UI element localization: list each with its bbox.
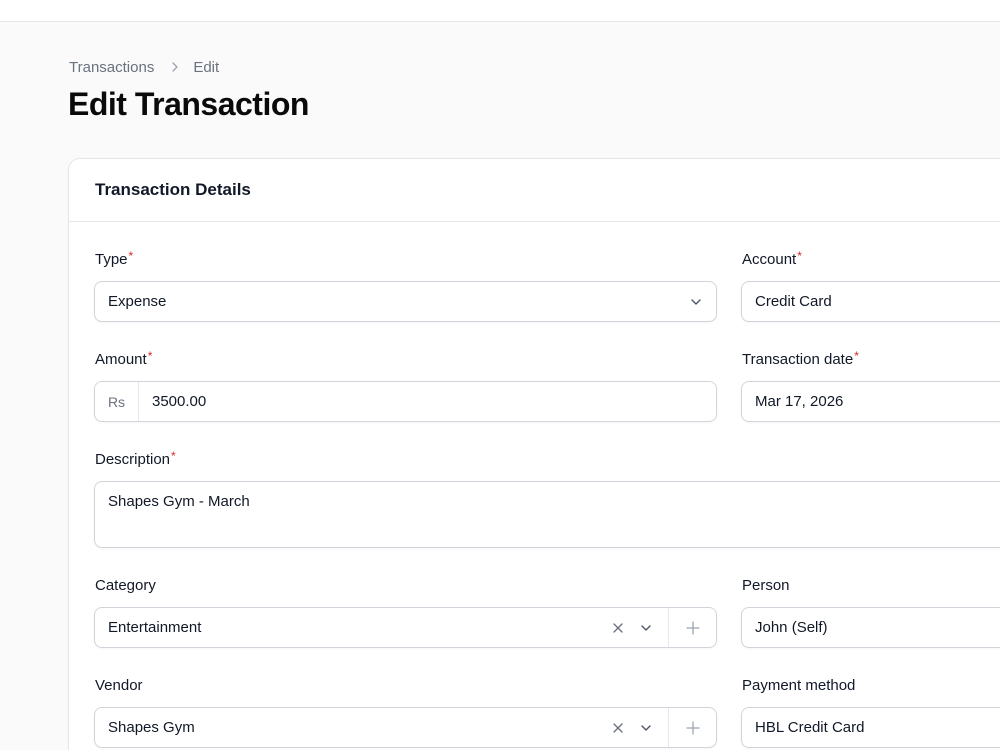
description-value: Shapes Gym - March: [108, 493, 250, 510]
currency-prefix: Rs: [95, 382, 139, 421]
clear-icon[interactable]: [604, 708, 632, 747]
person-label-text: Person: [742, 577, 790, 594]
required-marker: *: [854, 349, 859, 363]
amount-label-text: Amount: [95, 351, 147, 368]
required-marker: *: [797, 249, 802, 263]
person-select[interactable]: John (Self): [741, 607, 1000, 648]
account-label: Account *: [742, 249, 802, 268]
transaction-date-label: Transaction date *: [742, 349, 859, 368]
top-bar: [0, 0, 1000, 22]
type-select-value: Expense: [108, 293, 167, 310]
vendor-value: Shapes Gym: [108, 719, 195, 736]
add-vendor-button[interactable]: [668, 708, 716, 747]
category-actions: [604, 608, 716, 647]
chevron-down-icon: [676, 282, 716, 321]
page-title: Edit Transaction: [68, 86, 309, 122]
required-marker: *: [171, 449, 176, 463]
type-select[interactable]: Expense: [94, 281, 717, 322]
description-textarea[interactable]: Shapes Gym - March: [94, 481, 1000, 548]
vendor-label: Vendor: [95, 677, 143, 694]
type-label-text: Type: [95, 251, 128, 268]
amount-value: 3500.00: [152, 393, 207, 410]
breadcrumb: Transactions Edit: [69, 57, 219, 77]
description-label-text: Description: [95, 451, 171, 468]
person-label: Person: [742, 577, 790, 594]
card-header: Transaction Details: [69, 159, 1000, 222]
chevron-down-icon[interactable]: [632, 708, 660, 747]
breadcrumb-link-transactions[interactable]: Transactions: [69, 59, 154, 76]
amount-field[interactable]: Rs 3500.00: [94, 381, 717, 422]
category-label: Category: [95, 577, 156, 594]
transaction-date-label-text: Transaction date: [742, 351, 854, 368]
vendor-combobox[interactable]: Shapes Gym: [94, 707, 717, 748]
required-marker: *: [147, 349, 153, 363]
account-select[interactable]: Credit Card: [741, 281, 1000, 322]
type-label: Type *: [95, 249, 134, 268]
category-label-text: Category: [95, 577, 156, 594]
transaction-date-field[interactable]: Mar 17, 2026: [741, 381, 1000, 422]
payment-method-value: HBL Credit Card: [755, 719, 865, 736]
add-category-button[interactable]: [668, 608, 716, 647]
transaction-date-value: Mar 17, 2026: [755, 393, 844, 410]
vendor-actions: [604, 708, 716, 747]
plus-icon: [685, 620, 700, 635]
category-value: Entertainment: [108, 619, 202, 636]
account-label-text: Account: [742, 251, 797, 268]
category-combobox[interactable]: Entertainment: [94, 607, 717, 648]
chevron-right-icon: [170, 62, 180, 72]
description-label: Description *: [95, 449, 176, 468]
transaction-details-card: Transaction Details Type * Expense Accoun…: [68, 158, 1000, 750]
person-value: John (Self): [755, 619, 828, 636]
payment-method-label-text: Payment method: [742, 677, 856, 694]
clear-icon[interactable]: [604, 608, 632, 647]
payment-method-select[interactable]: HBL Credit Card: [741, 707, 1000, 748]
chevron-down-icon[interactable]: [632, 608, 660, 647]
card-title: Transaction Details: [95, 180, 251, 199]
breadcrumb-current: Edit: [193, 58, 220, 76]
account-select-value: Credit Card: [755, 293, 832, 310]
payment-method-label: Payment method: [742, 677, 855, 694]
plus-icon: [685, 720, 700, 735]
vendor-label-text: Vendor: [95, 677, 143, 694]
amount-label: Amount *: [95, 349, 153, 368]
required-marker: *: [128, 249, 134, 263]
